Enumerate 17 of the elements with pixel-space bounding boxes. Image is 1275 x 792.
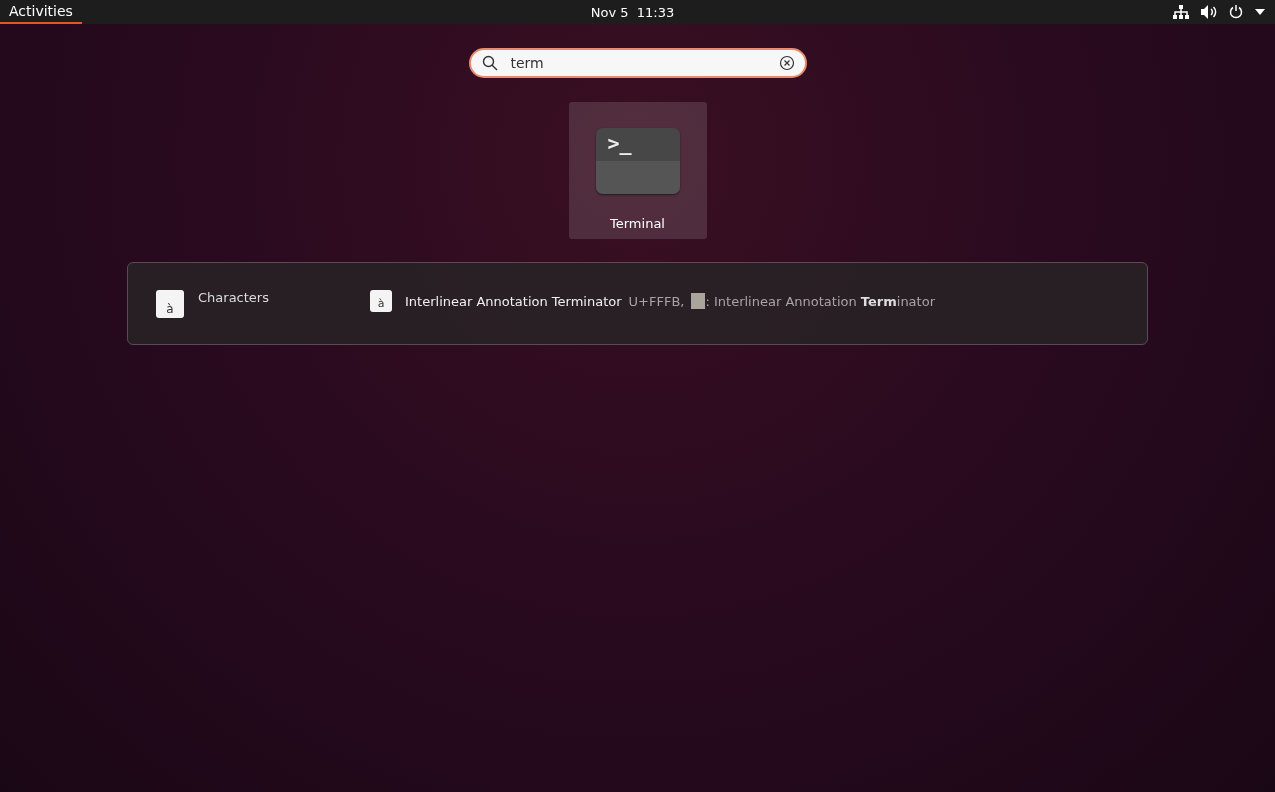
result-code: U+FFFB, bbox=[628, 293, 685, 309]
clock[interactable]: Nov 5 11:33 bbox=[590, 4, 675, 20]
result-description: : Interlinear Annotation Terminator bbox=[705, 293, 935, 309]
network-icon[interactable] bbox=[1173, 5, 1189, 19]
characters-app-icon[interactable]: à bbox=[156, 290, 184, 318]
volume-icon[interactable] bbox=[1201, 5, 1217, 19]
result-title[interactable]: Interlinear Annotation Terminator bbox=[405, 293, 622, 309]
character-icon[interactable]: à bbox=[370, 290, 392, 312]
dropdown-caret-icon[interactable] bbox=[1255, 9, 1265, 15]
power-icon[interactable] bbox=[1229, 5, 1243, 19]
activities-button[interactable]: Activities bbox=[0, 0, 82, 24]
app-tile[interactable]: >_ Terminal bbox=[568, 102, 707, 239]
clear-icon[interactable] bbox=[778, 55, 795, 71]
replacement-glyph-icon bbox=[691, 293, 706, 309]
search-field[interactable]: term bbox=[468, 48, 807, 78]
terminal-icon: >_ bbox=[595, 128, 680, 194]
provider-name: Characters bbox=[198, 290, 269, 305]
